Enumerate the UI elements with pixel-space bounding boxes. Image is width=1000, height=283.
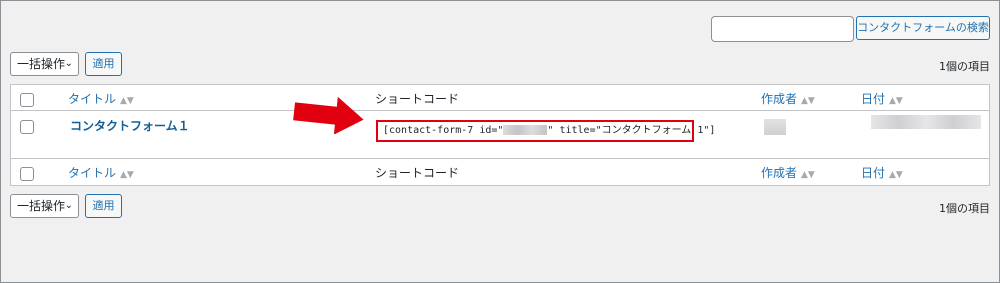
- column-date-label: 日付: [861, 166, 886, 180]
- footer-divider: [11, 158, 989, 159]
- sort-icon: ▲▼: [801, 96, 815, 106]
- bulk-actions-label: 一括操作: [17, 57, 66, 71]
- bulk-actions-label: 一括操作: [17, 199, 66, 213]
- redacted-id: [503, 125, 548, 135]
- row-checkbox[interactable]: [20, 120, 34, 134]
- chevron-down-icon: ⌄: [64, 58, 73, 69]
- item-count-bottom: 1個の項目: [939, 202, 990, 215]
- item-count-top: 1個の項目: [939, 60, 990, 73]
- select-all-checkbox[interactable]: [20, 93, 34, 107]
- column-title-footer[interactable]: タイトル ▲▼: [68, 164, 134, 181]
- column-shortcode-footer: ショートコード: [375, 166, 460, 180]
- form-title-link[interactable]: コンタクトフォーム１: [70, 117, 190, 134]
- search-button[interactable]: コンタクトフォームの検索: [856, 16, 990, 40]
- column-title-label: タイトル: [68, 166, 117, 180]
- bulk-actions-select-bottom[interactable]: 一括操作 ⌄: [10, 194, 79, 218]
- column-title-label: タイトル: [68, 92, 117, 106]
- column-date-footer[interactable]: 日付 ▲▼: [861, 164, 903, 181]
- sort-icon: ▲▼: [889, 96, 903, 106]
- apply-button-bottom[interactable]: 適用: [85, 194, 122, 218]
- redacted-author: [764, 119, 786, 135]
- red-arrow-icon: [293, 96, 364, 134]
- sort-icon: ▲▼: [801, 170, 815, 180]
- column-author-label: 作成者: [761, 166, 798, 180]
- shortcode-prefix: [contact-form-7 id=": [383, 125, 504, 136]
- column-author-label: 作成者: [761, 92, 798, 106]
- column-shortcode-header: ショートコード: [375, 92, 460, 106]
- shortcode-highlight[interactable]: [contact-form-7 id=" " title="コンタクトフォーム 1…: [376, 120, 715, 142]
- column-date-header[interactable]: 日付 ▲▼: [861, 90, 903, 107]
- apply-button-top[interactable]: 適用: [85, 52, 122, 76]
- search-input[interactable]: [711, 16, 854, 42]
- sort-icon: ▲▼: [120, 170, 134, 180]
- column-author-header[interactable]: 作成者 ▲▼: [761, 90, 815, 107]
- sort-icon: ▲▼: [120, 96, 134, 106]
- forms-table: タイトル ▲▼ ショートコード 作成者 ▲▼ 日付 ▲▼ コンタクトフォーム１ [co…: [10, 84, 990, 186]
- chevron-down-icon: ⌄: [64, 200, 73, 211]
- bulk-actions-select-top[interactable]: 一括操作 ⌄: [10, 52, 79, 76]
- redacted-date: [871, 115, 981, 129]
- column-title-header[interactable]: タイトル ▲▼: [68, 90, 134, 107]
- select-all-checkbox-bottom[interactable]: [20, 167, 34, 181]
- column-date-label: 日付: [861, 92, 886, 106]
- sort-icon: ▲▼: [889, 170, 903, 180]
- header-divider: [11, 110, 989, 111]
- shortcode-suffix: " title="コンタクトフォーム 1"]: [547, 125, 716, 136]
- column-author-footer[interactable]: 作成者 ▲▼: [761, 164, 815, 181]
